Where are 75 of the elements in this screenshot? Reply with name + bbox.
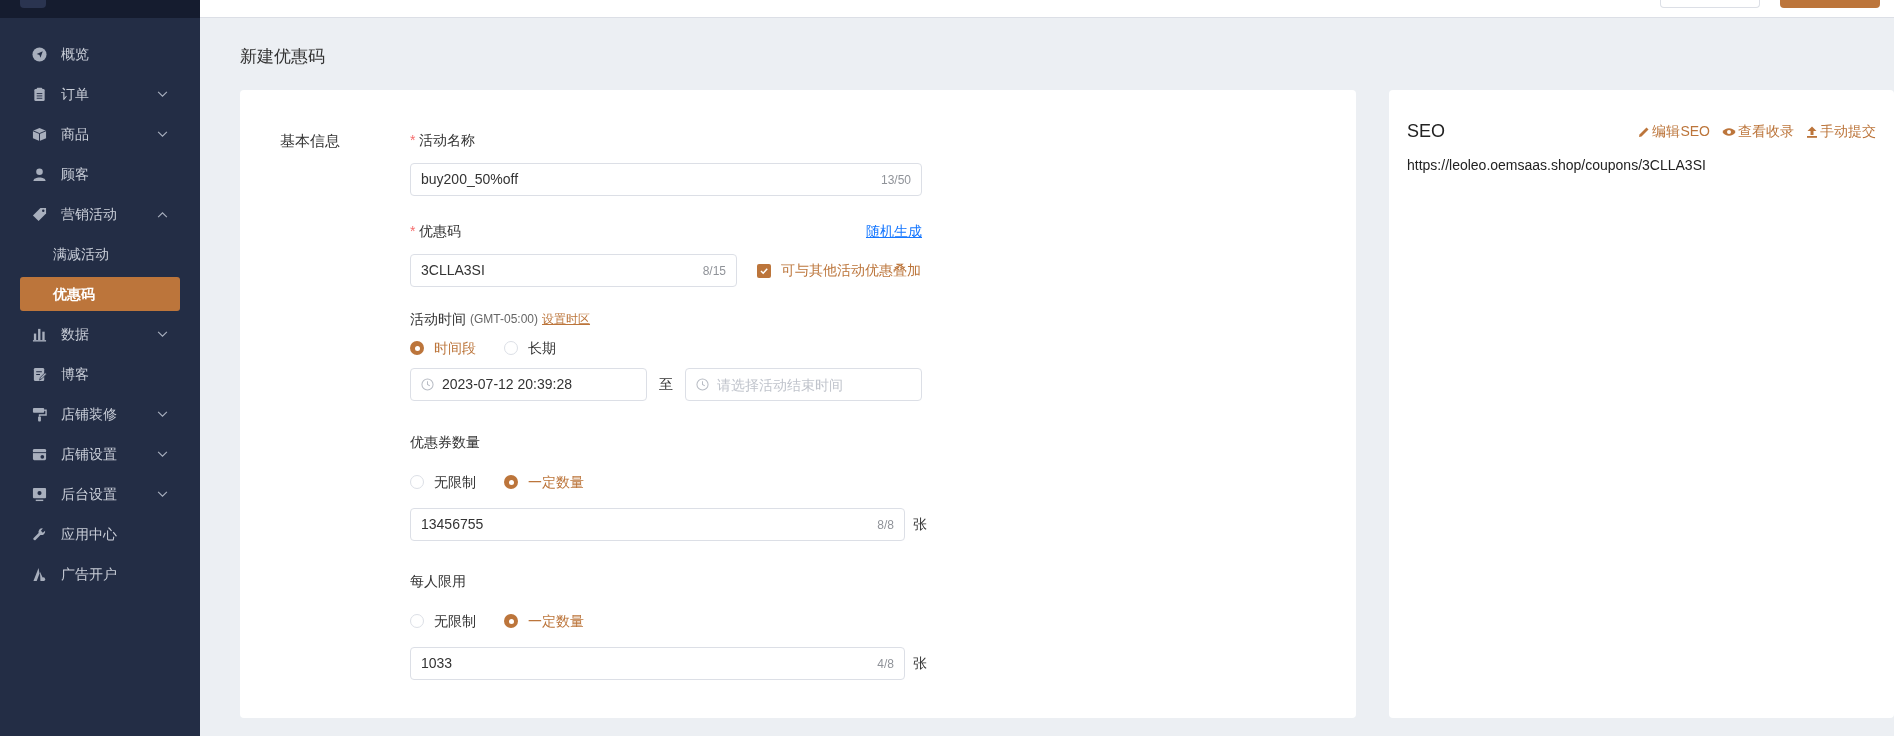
sidebar-item[interactable]: 概览: [20, 34, 180, 74]
sidebar-item[interactable]: 订单: [20, 74, 180, 114]
text-input[interactable]: 3CLLA3SI 8/15: [410, 254, 737, 287]
radio-option[interactable]: 长期: [504, 337, 556, 359]
seo-action-link[interactable]: 查看收录: [1722, 121, 1794, 142]
field-label: 优惠码: [419, 221, 462, 241]
menu-icon: [32, 406, 47, 422]
pencil-icon: [1638, 125, 1651, 138]
unit-label: 张: [913, 515, 927, 534]
logo-tile: [20, 0, 46, 8]
checkbox[interactable]: [757, 263, 771, 278]
radio-option[interactable]: 一定数量: [504, 610, 584, 632]
sidebar-item[interactable]: 营销活动: [20, 194, 180, 234]
clock-icon: [696, 378, 709, 391]
date-time-field[interactable]: 2023-07-12 20:39:28: [410, 368, 647, 401]
radio-button[interactable]: [410, 341, 424, 355]
sidebar-item[interactable]: 顾客: [20, 154, 180, 194]
menu-icon: [32, 526, 47, 542]
header-button[interactable]: [1780, 0, 1880, 8]
menu-icon: [32, 366, 47, 382]
range-separator: 至: [658, 375, 674, 394]
text-input[interactable]: 13456755 8/8: [410, 508, 905, 541]
sidebar-subitem[interactable]: 优惠码: [20, 277, 180, 311]
timezone-text: (GMT-05:00): [470, 311, 538, 328]
menu-icon: [32, 486, 47, 502]
menu-icon: [32, 446, 47, 462]
unit-label: 张: [913, 654, 927, 673]
field-label: 每人限用: [410, 573, 466, 589]
sidebar-item[interactable]: 店铺设置: [20, 434, 180, 474]
sidebar-item[interactable]: 博客: [20, 354, 180, 394]
radio-button[interactable]: [504, 614, 518, 628]
sidebar-item[interactable]: 应用中心: [20, 514, 180, 554]
sidebar-item[interactable]: 广告开户: [20, 554, 180, 594]
sidebar-item[interactable]: 店铺装修: [20, 394, 180, 434]
eye-icon: [1722, 126, 1736, 137]
radio-option[interactable]: 一定数量: [504, 471, 584, 493]
radio-option[interactable]: 无限制: [410, 610, 476, 632]
required-mark: *: [410, 130, 416, 150]
sidebar-item[interactable]: 商品: [20, 114, 180, 154]
field-label: 优惠券数量: [410, 434, 480, 450]
clock-icon: [421, 378, 434, 391]
seo-title: SEO: [1407, 120, 1445, 143]
required-mark: *: [410, 221, 416, 241]
random-generate-link[interactable]: 随机生成: [866, 220, 922, 242]
menu-icon: [32, 86, 47, 102]
header-button[interactable]: [1660, 0, 1760, 8]
radio-button[interactable]: [504, 341, 518, 355]
radio-button[interactable]: [504, 475, 518, 489]
menu-icon: [32, 126, 47, 142]
menu-icon: [32, 326, 47, 342]
radio-button[interactable]: [410, 614, 424, 628]
field-label: 活动名称: [419, 130, 476, 150]
sidebar-subitem[interactable]: 满减活动: [20, 237, 180, 271]
upload-icon: [1806, 125, 1818, 138]
menu-icon: [32, 166, 47, 182]
field-label: 活动时间: [410, 309, 466, 329]
sidebar-item[interactable]: 数据: [20, 314, 180, 354]
stack-checkbox[interactable]: 可与其他活动优惠叠加: [757, 260, 921, 281]
seo-url: https://leoleo.oemsaas.shop/coupons/3CLLA3SI: [1407, 156, 1707, 175]
seo-action-link[interactable]: 编辑SEO: [1638, 121, 1710, 142]
checkmark-icon: [759, 265, 769, 276]
menu-icon: [32, 566, 47, 582]
page-title: 新建优惠码: [240, 47, 325, 66]
date-time-field[interactable]: 请选择活动结束时间: [685, 368, 922, 401]
text-input[interactable]: 1033 4/8: [410, 647, 905, 680]
radio-option[interactable]: 时间段: [410, 337, 476, 359]
radio-button[interactable]: [410, 475, 424, 489]
radio-option[interactable]: 无限制: [410, 471, 476, 493]
set-timezone-link[interactable]: 设置时区: [542, 310, 590, 328]
section-title: 基本信息: [280, 132, 340, 149]
seo-action-link[interactable]: 手动提交: [1806, 121, 1876, 142]
sidebar-item[interactable]: 后台设置: [20, 474, 180, 514]
text-input[interactable]: buy200_50%off 13/50: [410, 163, 922, 196]
menu-icon: [32, 46, 47, 62]
menu-icon: [32, 206, 47, 222]
